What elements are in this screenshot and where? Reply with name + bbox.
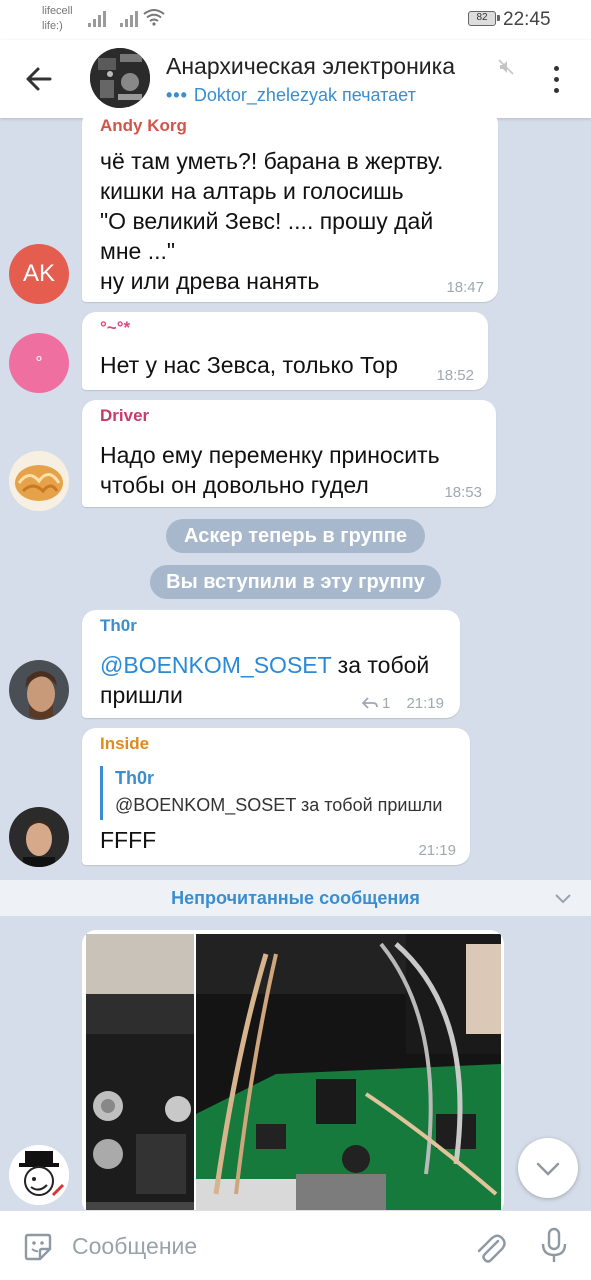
status-time: 22:45	[503, 9, 551, 30]
photo-album[interactable]	[82, 930, 504, 1215]
message-time: 21:19	[406, 695, 444, 712]
message-sender: Andy Korg	[100, 116, 187, 135]
typing-dots-icon: •••	[166, 85, 188, 105]
avatar[interactable]: AK	[9, 244, 69, 304]
wifi-icon	[143, 9, 165, 26]
group-avatar[interactable]	[90, 48, 150, 108]
message-text-part: за тобой	[331, 652, 430, 678]
chevron-down-icon[interactable]	[553, 888, 573, 908]
reply-quote-sender: Th0r	[115, 768, 155, 788]
message-bubble[interactable]: Th0r @BOENKOM_SOSET за тобой пришли 1 21…	[82, 610, 460, 718]
service-message: Аскер теперь в группе	[166, 519, 425, 553]
message-bubble[interactable]: Driver Надо ему переменку приносить чтоб…	[82, 400, 496, 507]
message-text: FFFF	[100, 827, 157, 853]
message-sender: °~°*	[100, 318, 131, 337]
photo-thumbnail[interactable]	[196, 934, 501, 1215]
chat-header: Анархическая электроника ••• Doktor_zhele…	[0, 40, 591, 118]
message-composer: Сообщение	[0, 1210, 591, 1280]
message-time: 18:52	[436, 367, 474, 384]
carrier-label: lifecell life:)	[42, 4, 73, 34]
chat-title[interactable]: Анархическая электроника	[166, 53, 455, 80]
message-text: Надо ему переменку приносить чтобы он до…	[100, 442, 440, 498]
reply-count: 1	[381, 695, 391, 712]
message-sender: Inside	[100, 734, 150, 753]
message-sender: Driver	[100, 406, 150, 425]
message-text: Нет у нас Зевса, только Тор	[100, 352, 398, 378]
reply-quote-text: @BOENKOM_SOSET за тобой пришли	[115, 795, 443, 815]
reply-quote[interactable]: Th0r @BOENKOM_SOSET за тобой пришли	[100, 766, 443, 820]
mention-link[interactable]: @BOENKOM_SOSET	[100, 652, 331, 678]
avatar[interactable]	[9, 1145, 69, 1205]
message-time: 21:19	[418, 842, 456, 859]
avatar[interactable]: °	[9, 333, 69, 393]
sticker-icon[interactable]	[22, 1231, 54, 1263]
microphone-icon[interactable]	[540, 1227, 568, 1265]
avatar[interactable]	[9, 807, 69, 867]
carrier-1: lifecell	[42, 5, 73, 17]
avatar[interactable]	[9, 660, 69, 720]
avatar[interactable]	[9, 451, 69, 511]
message-text: @BOENKOM_SOSET за тобой	[100, 650, 429, 680]
photo-thumbnail[interactable]	[86, 934, 194, 1215]
service-message: Вы вступили в эту группу	[150, 565, 441, 599]
message-text-line2: пришли	[100, 682, 183, 708]
battery-icon: 82	[468, 11, 500, 26]
more-menu-icon[interactable]	[546, 66, 566, 94]
signal-icon	[120, 11, 140, 27]
message-sender: Th0r	[100, 616, 137, 635]
message-time: 18:53	[444, 484, 482, 501]
unread-divider: Непрочитанные сообщения	[0, 880, 591, 916]
back-arrow-icon[interactable]	[22, 62, 56, 96]
mute-icon	[498, 59, 514, 75]
unread-label: Непрочитанные сообщения	[171, 888, 420, 908]
message-time: 18:47	[446, 279, 484, 296]
status-bar: lifecell life:) 82 22:45	[0, 0, 591, 40]
signal-icon	[88, 11, 108, 27]
message-bubble[interactable]: Inside Th0r @BOENKOM_SOSET за тобой приш…	[82, 728, 470, 865]
message-bubble[interactable]: Andy Korg чё там уметь?! барана в жертву…	[82, 110, 498, 302]
typing-status: ••• Doktor_zhelezyak печатает	[166, 85, 416, 106]
message-bubble[interactable]: °~°* Нет у нас Зевса, только Тор 18:52	[82, 312, 488, 390]
scroll-down-button[interactable]	[518, 1138, 578, 1198]
chevron-down-icon	[536, 1162, 560, 1176]
carrier-2: life:)	[42, 20, 63, 32]
reply-arrow-icon	[361, 697, 378, 709]
typing-text: Doktor_zhelezyak печатает	[193, 85, 416, 105]
attach-icon[interactable]	[474, 1231, 506, 1265]
message-input[interactable]: Сообщение	[72, 1233, 197, 1260]
message-meta: 1 21:19	[361, 695, 444, 712]
message-text: чё там уметь?! барана в жертву. кишки на…	[100, 148, 444, 294]
